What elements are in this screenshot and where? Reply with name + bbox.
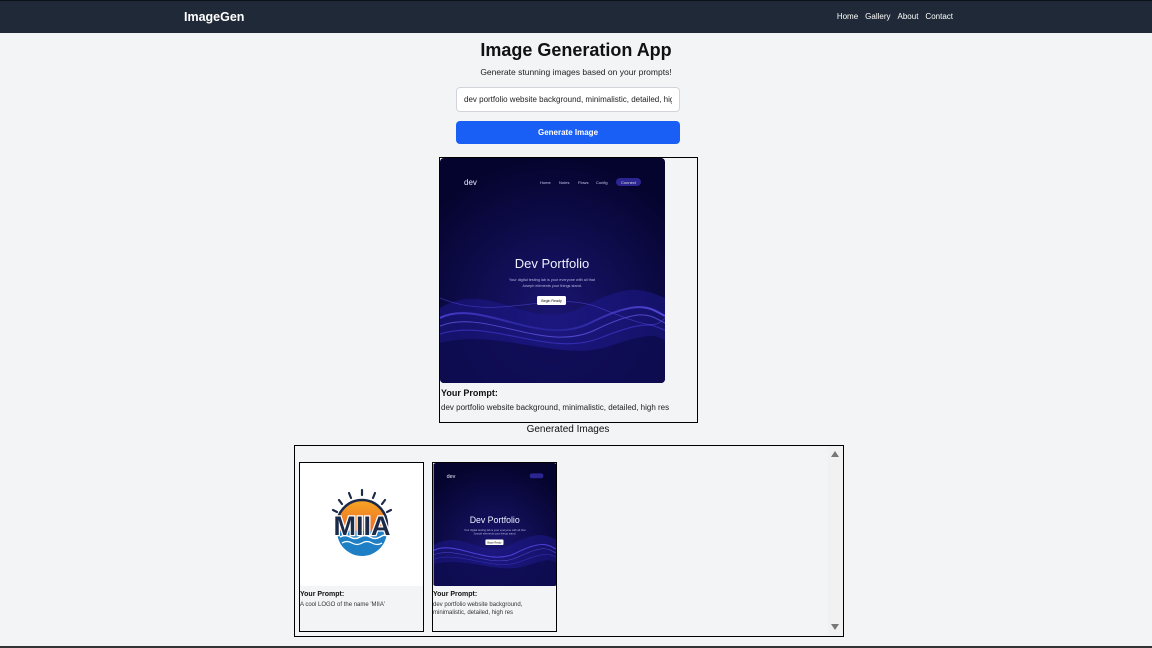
thumb-button: Begin Ready (487, 541, 502, 544)
page-title: Image Generation App (480, 40, 672, 60)
image-nav-notes: Notes (559, 180, 569, 185)
gallery-heading: Generated Images (526, 424, 610, 435)
image-nav-flows: Flows (578, 180, 588, 185)
gallery-image-dev-portfolio: dev Dev Portfolio Your digital testing l… (433, 463, 556, 586)
result-prompt-label: Your Prompt: (441, 388, 498, 398)
result-prompt-text: dev portfolio website background, minima… (441, 403, 670, 412)
navbar: ImageGen Home Gallery About Contact (0, 0, 1152, 33)
dev-portfolio-thumb: dev Dev Portfolio Your digital testing l… (433, 463, 556, 586)
thumb-text-1: Your digital testing lab is your everyon… (464, 528, 526, 532)
brand-logo[interactable]: ImageGen (184, 10, 244, 24)
nav-link-gallery[interactable]: Gallery (865, 12, 890, 21)
image-logo: dev (464, 178, 477, 187)
page-subtitle: Generate stunning images based on your p… (480, 67, 672, 77)
gallery-container[interactable]: MIIA Your Prompt: A cool LOGO of the nam… (294, 445, 844, 637)
gallery-card[interactable]: MIIA Your Prompt: A cool LOGO of the nam… (299, 462, 424, 632)
thumb-heading: Dev Portfolio (470, 515, 520, 525)
image-heading: Dev Portfolio (515, 256, 589, 271)
image-nav-button: Connect (621, 180, 637, 185)
thumb-text-2: Joseph elements your things stand. (473, 532, 516, 536)
thumb-logo: dev (447, 474, 456, 480)
card-prompt-label: Your Prompt: (300, 591, 345, 598)
image-text-1: Your digital testing lab is your everyon… (509, 278, 596, 282)
card-prompt-label: Your Prompt: (433, 591, 478, 598)
gallery-scrollbar[interactable] (828, 446, 843, 636)
generated-image: dev Home Notes Flows Config Connect Dev … (440, 158, 665, 383)
generated-result: dev Home Notes Flows Config Connect Dev … (439, 157, 698, 423)
miia-logo-text: MIIA (334, 511, 391, 541)
scroll-up-arrow-icon[interactable] (831, 451, 839, 457)
card-prompt-text: A cool LOGO of the name 'MIIA' (300, 602, 385, 608)
gallery-card[interactable]: dev Dev Portfolio Your digital testing l… (432, 462, 557, 632)
image-button: Begin Ready (541, 299, 562, 303)
image-nav-home: Home (540, 180, 551, 185)
prompt-input[interactable] (456, 87, 680, 112)
image-text-2: Joseph elements your things stand. (522, 284, 582, 288)
nav-link-contact[interactable]: Contact (925, 12, 953, 21)
nav-link-home[interactable]: Home (837, 12, 858, 21)
nav-links: Home Gallery About Contact (837, 12, 953, 21)
dev-portfolio-image: dev Home Notes Flows Config Connect Dev … (440, 158, 665, 383)
nav-link-about[interactable]: About (898, 12, 919, 21)
image-nav-config: Config (596, 180, 608, 185)
card-prompt-text: dev portfolio website background, minima… (433, 602, 523, 616)
gallery-image-miia-logo: MIIA (300, 463, 423, 586)
generate-image-button[interactable]: Generate Image (456, 121, 680, 144)
scroll-down-arrow-icon[interactable] (831, 624, 839, 630)
miia-logo-image: MIIA (300, 463, 423, 586)
